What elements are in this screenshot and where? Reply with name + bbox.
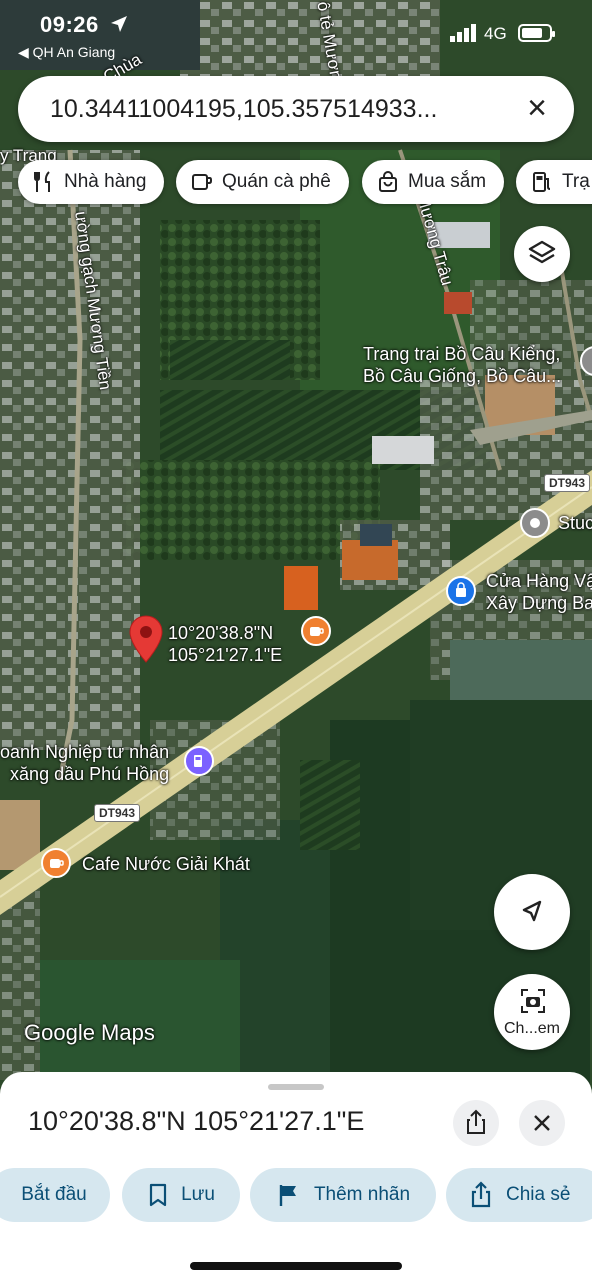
chip-label: Mua sắm [408, 171, 487, 192]
place-bottom-sheet[interactable]: 10°20'38.8"N 105°21'27.1"E Bắt đầu Lưu T… [0, 1072, 592, 1280]
back-to-app-link[interactable]: ◀ QH An Giang [18, 44, 115, 61]
network-type: 4G [484, 24, 507, 43]
share-button[interactable]: Chia sẻ [446, 1168, 592, 1222]
shopping-bag-icon [456, 582, 466, 597]
share-sheet-button[interactable] [453, 1100, 499, 1146]
drag-handle[interactable] [268, 1084, 324, 1090]
dropped-pin-icon[interactable] [128, 614, 164, 664]
add-label-button[interactable]: Thêm nhãn [250, 1168, 436, 1222]
coffee-cup-icon [192, 174, 212, 190]
clear-search-button[interactable]: × [520, 91, 554, 126]
start-button[interactable]: Bắt đầu [0, 1168, 110, 1222]
shopping-bag-poi-icon[interactable] [446, 576, 476, 606]
share-icon [471, 1181, 491, 1208]
location-arrow-icon [111, 16, 127, 32]
coffee-cup-icon [50, 859, 64, 868]
place-label-cafe[interactable]: Cafe Nước Giải Khát [82, 853, 250, 875]
close-icon [534, 1115, 550, 1131]
flag-icon [279, 1185, 296, 1206]
place-label-store[interactable]: Cửa Hàng Vậ Xây Dựng Ba [486, 570, 592, 614]
place-label-studio[interactable]: Stuc [558, 512, 592, 534]
chip-gas[interactable]: Trạ [516, 160, 592, 204]
cafe-poi-icon[interactable] [301, 616, 331, 646]
coffee-cup-icon [310, 627, 324, 636]
save-label: Lưu [181, 1184, 215, 1205]
chip-label: Trạ [562, 171, 590, 192]
shopping-bag-icon [379, 171, 397, 192]
share-label: Chia sẻ [506, 1184, 571, 1205]
chip-label: Quán cà phê [222, 171, 331, 192]
place-label-gas-station[interactable]: oanh Nghiệp tư nhân xăng dầu Phú Hồng [0, 741, 169, 785]
my-location-button[interactable] [494, 874, 570, 950]
add-label-text: Thêm nhãn [313, 1184, 411, 1205]
route-badge-bottom: DT943 [94, 804, 141, 822]
place-label-gas-line1: oanh Nghiệp tư nhân [0, 742, 170, 762]
sheet-coordinates: 10°20'38.8"N 105°21'27.1"E [28, 1106, 365, 1136]
camera-scan-icon [521, 989, 545, 1013]
layers-icon [528, 240, 556, 264]
place-label-store-line1: Cửa Hàng Vậ [486, 571, 592, 591]
pin-dot-icon [530, 518, 540, 528]
place-label-store-line2: Xây Dựng Ba [486, 593, 592, 613]
camera-search-button[interactable]: Ch...em [494, 974, 570, 1050]
share-icon [467, 1109, 485, 1134]
place-label-farm-line1: Trang trại Bồ Câu Kiểng, [363, 344, 561, 364]
home-indicator[interactable] [190, 1262, 402, 1270]
gas-station-poi-icon[interactable] [184, 746, 214, 776]
pin-label-line2: 105°21'27.1"E [168, 645, 283, 665]
place-label-farm-line2: Bồ Câu Giống, Bồ Câu... [363, 366, 562, 386]
pin-label: 10°20'38.8"N 105°21'27.1"E [168, 622, 282, 666]
search-query[interactable]: 10.34411004195,105.357514933... [50, 95, 437, 124]
battery-icon [518, 24, 555, 42]
bookmark-icon [149, 1183, 167, 1207]
chip-label: Nhà hàng [64, 171, 147, 192]
cafe-poi-icon-2[interactable] [41, 848, 71, 878]
close-sheet-button[interactable] [519, 1100, 565, 1146]
fork-knife-icon [34, 171, 50, 192]
chip-shopping[interactable]: Mua sắm [362, 160, 505, 204]
status-bar: 09:26 ◀ QH An Giang 4G [0, 0, 592, 70]
camera-button-label: Ch...em [503, 1020, 560, 1037]
navigation-arrow-icon [522, 900, 542, 922]
chip-coffee[interactable]: Quán cà phê [176, 160, 349, 204]
place-label-gas-line2: xăng dầu Phú Hồng [10, 764, 170, 784]
google-maps-watermark: Google Maps [24, 1020, 155, 1045]
route-badge: DT943 [544, 474, 591, 492]
layers-button[interactable] [514, 226, 570, 282]
signal-icon [450, 24, 476, 42]
gas-pump-icon [194, 755, 202, 767]
save-button[interactable]: Lưu [122, 1168, 240, 1222]
pin-label-line1: 10°20'38.8"N [168, 623, 274, 643]
studio-poi-icon[interactable] [520, 508, 550, 538]
start-label: Bắt đầu [21, 1184, 87, 1205]
status-time: 09:26 [40, 12, 99, 37]
place-label-farm[interactable]: Trang trại Bồ Câu Kiểng, Bồ Câu Giống, B… [363, 343, 561, 387]
chip-restaurants[interactable]: Nhà hàng [18, 160, 165, 204]
search-bar[interactable]: 10.34411004195,105.357514933... × [18, 76, 574, 142]
gas-pump-icon [533, 172, 551, 192]
